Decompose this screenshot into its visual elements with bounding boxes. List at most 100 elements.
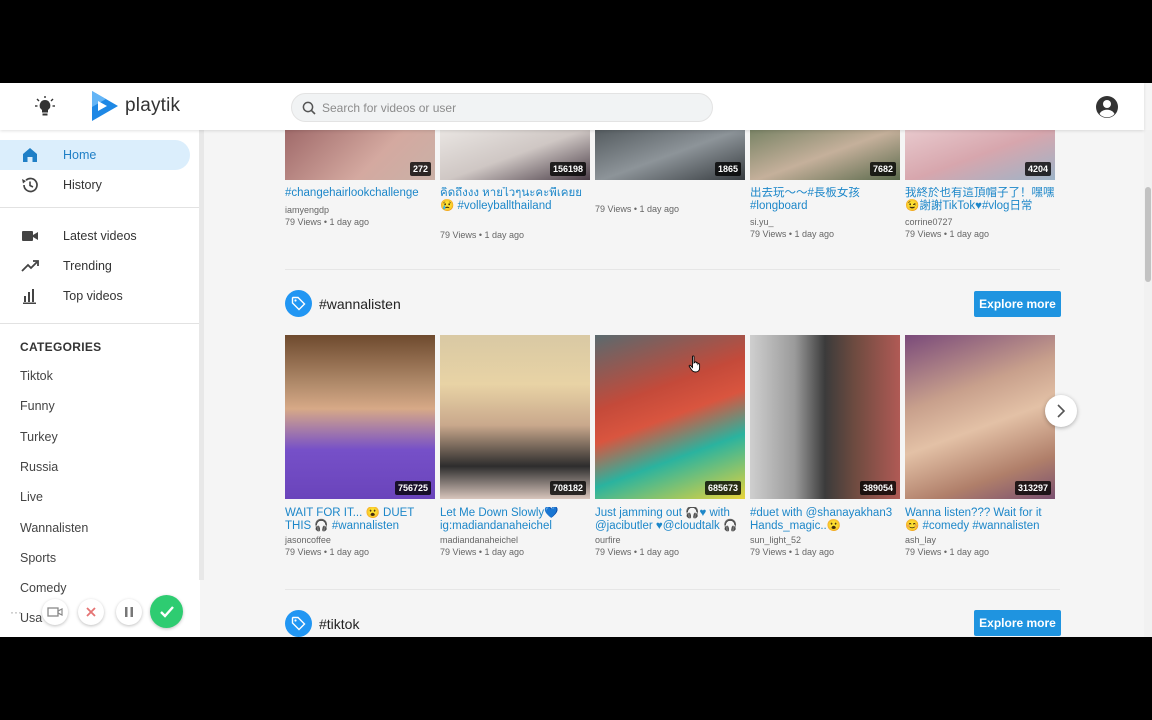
category-sports[interactable]: Sports	[20, 551, 56, 565]
category-tiktok[interactable]: Tiktok	[20, 369, 53, 383]
play-logo-icon	[92, 91, 118, 121]
carousel-next-button[interactable]	[1045, 395, 1077, 427]
video-author[interactable]: sun_light_52	[750, 535, 801, 545]
nav-trending[interactable]: Trending	[0, 251, 190, 281]
video-thumbnail[interactable]: 685673	[595, 335, 745, 499]
pause-icon	[125, 607, 133, 617]
categories-heading: CATEGORIES	[20, 340, 102, 354]
section-header-wannalisten: #wannalisten	[285, 290, 401, 317]
video-meta: 79 Views • 1 day ago	[595, 547, 680, 557]
view-count-badge: 272	[409, 162, 431, 176]
nav-home[interactable]: Home	[0, 140, 190, 170]
cancel-recording-button[interactable]	[78, 599, 104, 625]
bar-chart-icon	[23, 289, 36, 304]
video-meta: 79 Views • 1 day ago	[440, 230, 525, 240]
video-meta: 79 Views • 1 day ago	[750, 547, 835, 557]
view-count-badge: 708182	[549, 481, 586, 495]
camera-icon	[47, 607, 63, 617]
search-icon	[302, 101, 316, 115]
section-title[interactable]: #wannalisten	[319, 296, 401, 312]
page-scrollbar-thumb[interactable]	[1145, 187, 1151, 282]
more-dots-icon[interactable]: ···	[6, 599, 26, 625]
nav-history[interactable]: History	[0, 170, 190, 200]
category-comedy[interactable]: Comedy	[20, 581, 67, 595]
sidebar-divider	[0, 207, 200, 208]
video-title[interactable]: Let Me Down Slowly💙 ig:madiandanaheichel	[440, 507, 592, 533]
video-thumbnail[interactable]: 756725	[285, 335, 435, 499]
nav-top-videos-label: Top videos	[63, 289, 123, 303]
category-funny[interactable]: Funny	[20, 399, 55, 413]
search-bar[interactable]	[291, 93, 713, 122]
video-title[interactable]: Just jamming out 🎧♥ with @jacibutler ♥@c…	[595, 507, 747, 533]
view-count-badge: 685673	[704, 481, 741, 495]
video-thumbnail[interactable]: 4204	[905, 130, 1055, 180]
video-thumbnail[interactable]: 1865	[595, 130, 745, 180]
video-title[interactable]: #duet with @shanayakhan3 Hands_magic..😮	[750, 507, 902, 533]
view-count-badge: 1865	[714, 162, 741, 176]
video-title[interactable]: 我終於也有這頂帽子了！嘿嘿😉謝謝TikTok♥#vlog日常	[905, 187, 1057, 213]
video-title[interactable]: #changehairlookchallenge	[285, 187, 437, 200]
video-author[interactable]: si.yu_	[750, 217, 774, 227]
section-title[interactable]: #tiktok	[319, 616, 359, 632]
view-count-badge: 756725	[394, 481, 431, 495]
home-icon	[23, 148, 37, 162]
video-meta: 79 Views • 1 day ago	[905, 229, 990, 239]
trending-icon	[21, 260, 39, 272]
tag-icon	[285, 610, 312, 637]
video-author[interactable]: iamyengdp	[285, 205, 329, 215]
video-thumbnail[interactable]: 389054	[750, 335, 900, 499]
video-meta: 79 Views • 1 day ago	[285, 547, 370, 557]
chevron-right-icon	[1057, 404, 1066, 418]
view-count-badge: 313297	[1014, 481, 1051, 495]
video-author[interactable]: ash_lay	[905, 535, 936, 545]
video-author[interactable]: corrine0727	[905, 217, 953, 227]
app-name: playtik	[125, 95, 181, 116]
main-content: 272 #changehairlookchallenge iamyengdp 7…	[204, 130, 1144, 637]
finish-recording-button[interactable]	[150, 595, 183, 628]
category-russia[interactable]: Russia	[20, 460, 58, 474]
explore-more-button[interactable]: Explore more	[974, 291, 1061, 317]
view-count-badge: 7682	[869, 162, 896, 176]
video-title[interactable]: 出去玩～～#長板女孩 #longboard	[750, 187, 902, 213]
video-title[interactable]: WAIT FOR IT... 😮 DUET THIS 🎧 #wannaliste…	[285, 507, 437, 533]
tag-icon	[285, 290, 312, 317]
sidebar: Home History Latest videos Trending Top …	[0, 130, 200, 637]
lightbulb-icon[interactable]	[35, 95, 55, 117]
nav-latest-videos-label: Latest videos	[63, 229, 137, 243]
top-header: playtik	[0, 83, 1144, 130]
explore-more-button[interactable]: Explore more	[974, 610, 1061, 636]
nav-history-label: History	[63, 178, 102, 192]
video-author[interactable]: ourfire	[595, 535, 621, 545]
close-icon	[86, 607, 96, 617]
section-divider	[285, 589, 1060, 590]
video-thumbnail[interactable]: 313297	[905, 335, 1055, 499]
video-author[interactable]: madiandanaheichel	[440, 535, 518, 545]
nav-home-label: Home	[63, 148, 97, 162]
search-input[interactable]	[322, 100, 702, 115]
video-author[interactable]: jasoncoffee	[285, 535, 331, 545]
playtik-logo[interactable]: playtik	[90, 90, 180, 122]
video-thumbnail[interactable]: 272	[285, 130, 435, 180]
webcam-toggle-button[interactable]	[42, 599, 68, 625]
video-camera-icon	[22, 231, 38, 241]
video-meta: 79 Views • 1 day ago	[440, 547, 525, 557]
account-circle-icon[interactable]	[1095, 95, 1119, 119]
video-title[interactable]: Wanna listen??? Wait for it 😊 #comedy #w…	[905, 507, 1057, 533]
video-thumbnail[interactable]: 7682	[750, 130, 900, 180]
category-turkey[interactable]: Turkey	[20, 430, 58, 444]
video-title[interactable]: คิดถึงงง หายไวๆนะคะพี่เคยย😢 #volleyballt…	[440, 187, 592, 213]
video-meta: 79 Views • 1 day ago	[595, 204, 680, 214]
video-meta: 79 Views • 1 day ago	[285, 217, 370, 227]
view-count-badge: 389054	[859, 481, 896, 495]
nav-trending-label: Trending	[63, 259, 112, 273]
recorder-toolbar: ···	[6, 595, 186, 629]
nav-latest-videos[interactable]: Latest videos	[0, 221, 190, 251]
category-wannalisten[interactable]: Wannalisten	[20, 521, 88, 535]
section-divider	[285, 269, 1060, 270]
video-thumbnail[interactable]: 156198	[440, 130, 590, 180]
category-live[interactable]: Live	[20, 490, 43, 504]
pause-recording-button[interactable]	[116, 599, 142, 625]
checkmark-icon	[159, 605, 174, 618]
nav-top-videos[interactable]: Top videos	[0, 281, 190, 311]
video-thumbnail[interactable]: 708182	[440, 335, 590, 499]
